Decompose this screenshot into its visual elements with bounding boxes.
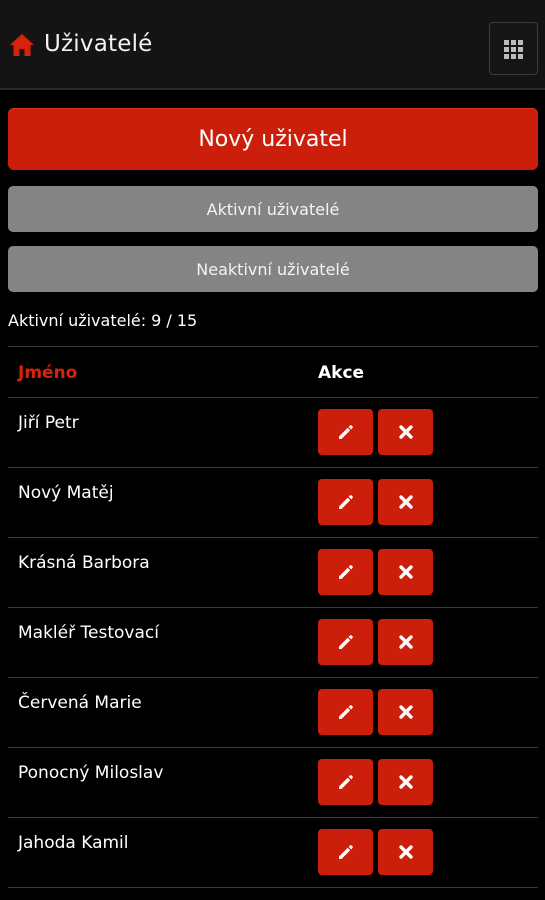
edit-button[interactable] bbox=[318, 409, 373, 455]
pencil-icon bbox=[338, 775, 353, 789]
user-name: Krásná Barbora bbox=[18, 553, 150, 573]
delete-button[interactable] bbox=[378, 829, 433, 875]
delete-button[interactable] bbox=[378, 689, 433, 735]
close-icon bbox=[398, 635, 413, 649]
table-row: Ponocný Miloslav bbox=[8, 748, 538, 818]
delete-button[interactable] bbox=[378, 619, 433, 665]
user-name: Jiří Petr bbox=[18, 413, 79, 433]
table-row: Makléř Testovací bbox=[8, 608, 538, 678]
active-users-button[interactable]: Aktivní uživatelé bbox=[8, 186, 538, 232]
users-table: Jméno Akce Jiří Petr Nový Matěj Krásná B… bbox=[8, 346, 538, 888]
table-row: Jiří Petr bbox=[8, 398, 538, 468]
user-name: Jahoda Kamil bbox=[18, 833, 129, 853]
pencil-icon bbox=[338, 705, 353, 719]
active-users-count: Aktivní uživatelé: 9 / 15 bbox=[8, 311, 197, 330]
table-header: Jméno Akce bbox=[8, 346, 538, 398]
table-row: Červená Marie bbox=[8, 678, 538, 748]
table-body: Jiří Petr Nový Matěj Krásná Barbora Makl… bbox=[8, 398, 538, 888]
close-icon bbox=[398, 775, 413, 789]
edit-button[interactable] bbox=[318, 829, 373, 875]
active-users-count-value: 9 / 15 bbox=[151, 311, 198, 330]
menu-button[interactable] bbox=[489, 22, 538, 75]
pencil-icon bbox=[338, 565, 353, 579]
inactive-users-button[interactable]: Neaktivní uživatelé bbox=[8, 246, 538, 292]
pencil-icon bbox=[338, 635, 353, 649]
close-icon bbox=[398, 425, 413, 439]
edit-button[interactable] bbox=[318, 549, 373, 595]
edit-button[interactable] bbox=[318, 759, 373, 805]
column-header-name[interactable]: Jméno bbox=[18, 363, 77, 383]
user-name: Ponocný Miloslav bbox=[18, 763, 164, 783]
edit-button[interactable] bbox=[318, 689, 373, 735]
new-user-button[interactable]: Nový uživatel bbox=[8, 108, 538, 170]
table-row: Nový Matěj bbox=[8, 468, 538, 538]
user-name: Nový Matěj bbox=[18, 483, 114, 503]
pencil-icon bbox=[338, 495, 353, 509]
pencil-icon bbox=[338, 845, 353, 859]
user-name: Červená Marie bbox=[18, 693, 142, 713]
table-row: Krásná Barbora bbox=[8, 538, 538, 608]
app-header: Uživatelé bbox=[0, 0, 545, 90]
edit-button[interactable] bbox=[318, 619, 373, 665]
column-header-actions: Akce bbox=[318, 363, 365, 383]
user-name: Makléř Testovací bbox=[18, 623, 159, 643]
active-users-count-label: Aktivní uživatelé: bbox=[8, 311, 147, 330]
delete-button[interactable] bbox=[378, 759, 433, 805]
close-icon bbox=[398, 565, 413, 579]
delete-button[interactable] bbox=[378, 409, 433, 455]
grid-icon bbox=[504, 40, 523, 59]
close-icon bbox=[398, 705, 413, 719]
delete-button[interactable] bbox=[378, 549, 433, 595]
table-row: Jahoda Kamil bbox=[8, 818, 538, 888]
pencil-icon bbox=[338, 425, 353, 439]
home-icon[interactable] bbox=[9, 33, 35, 57]
page-title: Uživatelé bbox=[44, 31, 153, 57]
edit-button[interactable] bbox=[318, 479, 373, 525]
close-icon bbox=[398, 495, 413, 509]
close-icon bbox=[398, 845, 413, 859]
delete-button[interactable] bbox=[378, 479, 433, 525]
